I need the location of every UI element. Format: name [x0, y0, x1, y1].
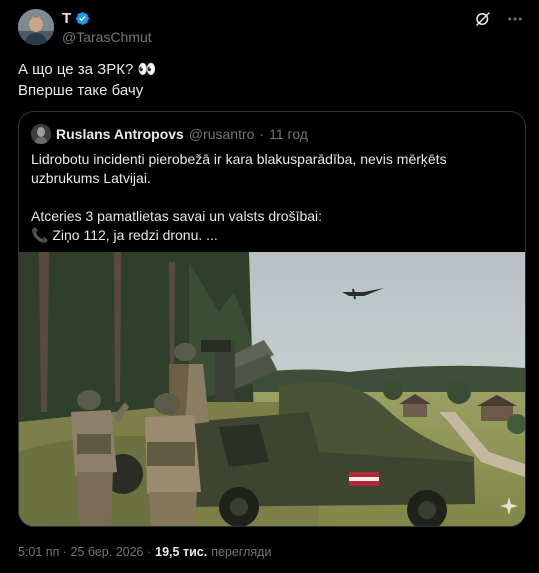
tweet-text: А що це за ЗРК? 👀 Вперше таке бачу	[18, 59, 156, 101]
quoted-line: uzbrukums Latvijai.	[31, 170, 151, 186]
grok-icon[interactable]	[473, 9, 493, 29]
quoted-tweet[interactable]: Ruslans Antropovs @rusantro · 11 год Lid…	[18, 111, 526, 527]
more-icon[interactable]	[505, 9, 525, 29]
quoted-tweet-text: Lidrobotu incidenti pierobežā ir kara bl…	[31, 150, 516, 245]
quoted-line: Atceries 3 pamatlietas savai un valsts d…	[31, 208, 323, 224]
avatar-image	[18, 9, 54, 45]
quoted-separator: ·	[259, 126, 265, 142]
verified-badge-icon	[76, 12, 90, 25]
tweet: T @TarasChmut А що це за ЗРК? 👀 Вперше т…	[0, 0, 539, 573]
quoted-author-handle: @rusantro	[188, 126, 255, 142]
quoted-author-avatar	[31, 124, 51, 144]
views-label: перегляди	[211, 545, 272, 559]
tweet-actions-top	[473, 9, 525, 29]
tweet-line: Вперше таке бачу	[18, 82, 144, 99]
quoted-line: Lidrobotu incidenti pierobežā ir kara bl…	[31, 151, 447, 167]
author-avatar[interactable]	[18, 9, 54, 45]
author-name-row: T	[62, 10, 90, 27]
views-count: 19,5 тис.	[155, 545, 208, 559]
quoted-line: 📞 Ziņo 112, ja redzi dronu. ...	[31, 227, 218, 243]
quoted-author-name: Ruslans Antropovs	[56, 126, 184, 142]
tweet-timestamp[interactable]: 5:01 пп · 25 бер. 2026 ·	[18, 545, 151, 559]
tweet-line: А що це за ЗРК? 👀	[18, 61, 157, 78]
tweet-footer: 5:01 пп · 25 бер. 2026 · 19,5 тис. перег…	[18, 545, 271, 559]
quoted-tweet-header: Ruslans Antropovs @rusantro · 11 год	[31, 124, 308, 144]
quoted-time: 11 год	[269, 126, 308, 142]
quoted-photo[interactable]	[19, 252, 525, 526]
author-handle[interactable]: @TarasChmut	[62, 29, 152, 45]
author-display-name[interactable]: T	[62, 10, 71, 27]
